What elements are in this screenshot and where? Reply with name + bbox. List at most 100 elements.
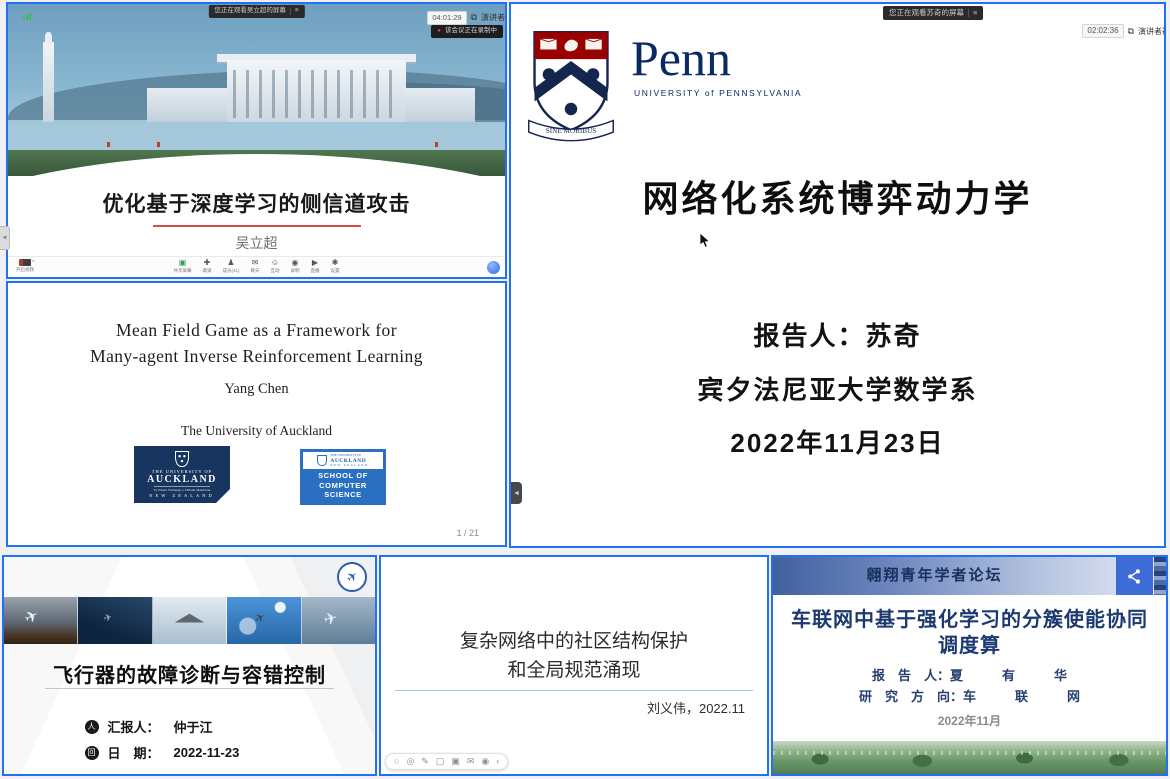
slide-byline: 刘义伟，2022.11 [647,698,745,717]
slide-title-line1: 复杂网络中的社区结构保护 [381,627,767,656]
share-screen-icon: ▣ [179,259,187,267]
red-flag [107,142,110,147]
screen-icon[interactable]: ▣ [451,757,460,766]
invite-icon: ✚ [204,259,211,267]
header-stripe-decoration [1154,557,1166,595]
aircraft-photo-airliner: ✈ [4,597,78,644]
aircraft-photo-flying-wing [153,597,227,644]
toolbar-reactions-button[interactable]: ☺ 互动 [271,259,280,274]
toolbar-invite-button[interactable]: ✚ 邀请 [202,259,211,274]
plane-emblem-icon: ✈ [343,567,362,586]
date-label: 日 期： [108,743,160,762]
logo-text: SCIENCE [324,490,362,500]
recording-notice-text: 该会议正在录制中 [445,28,497,35]
logo-text: NEW ZEALAND [330,464,368,467]
share-button[interactable] [1116,557,1153,595]
reactions-icon: ☺ [271,259,279,267]
airplane-icon: ✈ [252,609,268,626]
toolbar-label: 成员(41) [222,268,239,274]
airplane-icon: ✈ [321,608,339,631]
pen-icon[interactable]: ✎ [421,757,429,766]
toolbar-label: 直播 [311,268,320,274]
comment-icon[interactable]: ✉ [467,757,475,766]
slide-title-line2: 调度算 [773,633,1166,659]
video-options-caret[interactable]: ^ [32,260,35,266]
meeting-toolbar: 开启视频 ^ ▣ 共享屏幕 ✚ 邀请 ♟ 成员(41) ✉ 聊天 ☺ 互动 [8,256,505,277]
meeting-window-6: 翱翔青年学者论坛 车联网中基于强化学习的分簇使能协同 调度算 报 告 人：夏 有… [771,555,1168,776]
sidebar-collapse-tab[interactable]: ◄ [511,482,522,504]
penn-subtitle: UNIVERSITY of PENNSYLVANIA [631,88,802,98]
logo-text: NEW ZEALAND [149,493,215,498]
more-icon[interactable]: ◉ [481,757,489,766]
banner-menu-icon[interactable]: ≡ [290,8,299,15]
toolbar-share-screen-button[interactable]: ▣ 共享屏幕 [173,259,191,274]
record-icon[interactable]: ◎ [406,757,414,766]
toolbar-record-button[interactable]: ◉ 录制 [291,259,300,274]
chat-icon: ✉ [252,259,259,267]
campus-tower [43,42,54,122]
meeting-window-4: ✈ ✈ ✈ ✈ ✈ 飞行器的故障诊断与容错控制 人 汇报人： 仲于江 回 日 期… [2,555,377,776]
layout-label[interactable]: 演讲者视图 [1138,26,1166,37]
toolbar-label: 录制 [291,268,300,274]
slide-title: 优化基于深度学习的侧信道攻击 [8,188,505,218]
toolbar-members-button[interactable]: ♟ 成员(41) [222,259,239,274]
share-icon [1126,568,1143,585]
airplane-icon: ✈ [103,612,114,625]
school-of-computer-science-logo: THE UNIVERSITY OF AUCKLAND NEW ZEALAND S… [300,449,386,505]
logo-text: Te Whare Wānanga o Tāmaki Makaurau [154,486,211,492]
university-round-logo: ✈ [337,562,367,592]
slide-presenter: 吴立超 [8,233,505,253]
meeting-window-2: Mean Field Game as a Framework for Many-… [6,281,507,547]
red-flag [435,142,438,147]
title-rule [395,690,753,691]
slide-author: Yang Chen [8,381,505,398]
presenter-row: 人 汇报人： 仲于江 [85,717,295,736]
slide-title: 网络化系统博弈动力学 [511,170,1164,222]
aircraft-photo-strip: ✈ ✈ ✈ ✈ [4,597,375,644]
layout-icon[interactable]: ⧉ [1128,27,1134,36]
members-icon: ♟ [227,259,234,267]
logo-text: COMPUTER [319,481,367,491]
aircraft-photo-jet: ✈ [227,597,301,644]
toolbar-chat-button[interactable]: ✉ 聊天 [251,259,260,274]
slide-presenter-line: 报告人：苏奇 [511,316,1164,353]
toolbar-live-button[interactable]: ▶ 直播 [311,259,320,274]
forum-title: 翱翔青年学者论坛 [773,557,1096,595]
watching-banner: 您正在观看苏奇的屏幕 ≡ [883,6,983,20]
penn-wordmark: Penn [631,36,802,81]
meeting-window-5: 复杂网络中的社区结构保护 和全局规范涌现 刘义伟，2022.11 ○ ◎ ✎ ▢… [379,555,769,776]
toolbar-label: 聊天 [251,268,260,274]
university-of-auckland-logo: THE UNIVERSITY OF AUCKLAND Te Whare Wāna… [134,446,230,503]
network-signal-icon [23,13,31,20]
building-columns [233,70,400,118]
toolbar-settings-button[interactable]: ✱ 设置 [331,259,340,274]
fullscreen-icon[interactable]: ▢ [436,757,445,766]
banner-menu-icon[interactable]: ≡ [968,9,977,17]
slide-date: 2022年11月 [773,712,1166,729]
collapse-icon[interactable]: ‹ [496,757,499,766]
meeting-timer: 04:01:29 [427,11,466,25]
layout-icon[interactable]: ⧉ [471,13,477,22]
slide-title-line1: 车联网中基于强化学习的分簇使能协同 [773,607,1166,633]
screen-edge-collapse-tab[interactable]: ◄ [0,226,10,250]
auckland-mini-crest-icon [317,455,327,466]
recording-notice: ● 该会议正在录制中 [431,25,503,38]
airplane-icon: ✈ [21,605,42,629]
slide-title: Mean Field Game as a Framework for Many-… [8,317,505,370]
auckland-crest-icon [175,451,189,467]
laser-pointer-icon[interactable]: ○ [394,757,399,766]
slide-date-line: 2022年11月23日 [511,423,1164,460]
toolbar-label: 设置 [331,268,340,274]
flying-wing-icon [175,614,205,623]
campus-landscape-photo [773,741,1166,774]
title-rule [45,688,334,689]
logo-text: AUCKLAND [147,474,217,485]
layout-label[interactable]: 演讲者视图 [481,12,507,23]
slide-title: 复杂网络中的社区结构保护 和全局规范涌现 [381,627,767,686]
research-field-line: 研 究 方 向：车 联 网 [773,686,1166,707]
aircraft-photo-transport: ✈ [302,597,375,644]
mouse-cursor [699,232,711,254]
record-icon: ◉ [292,259,299,267]
presenter-line: 报 告 人：夏 有 华 [773,665,1166,686]
floating-assistant-button[interactable] [487,261,500,274]
